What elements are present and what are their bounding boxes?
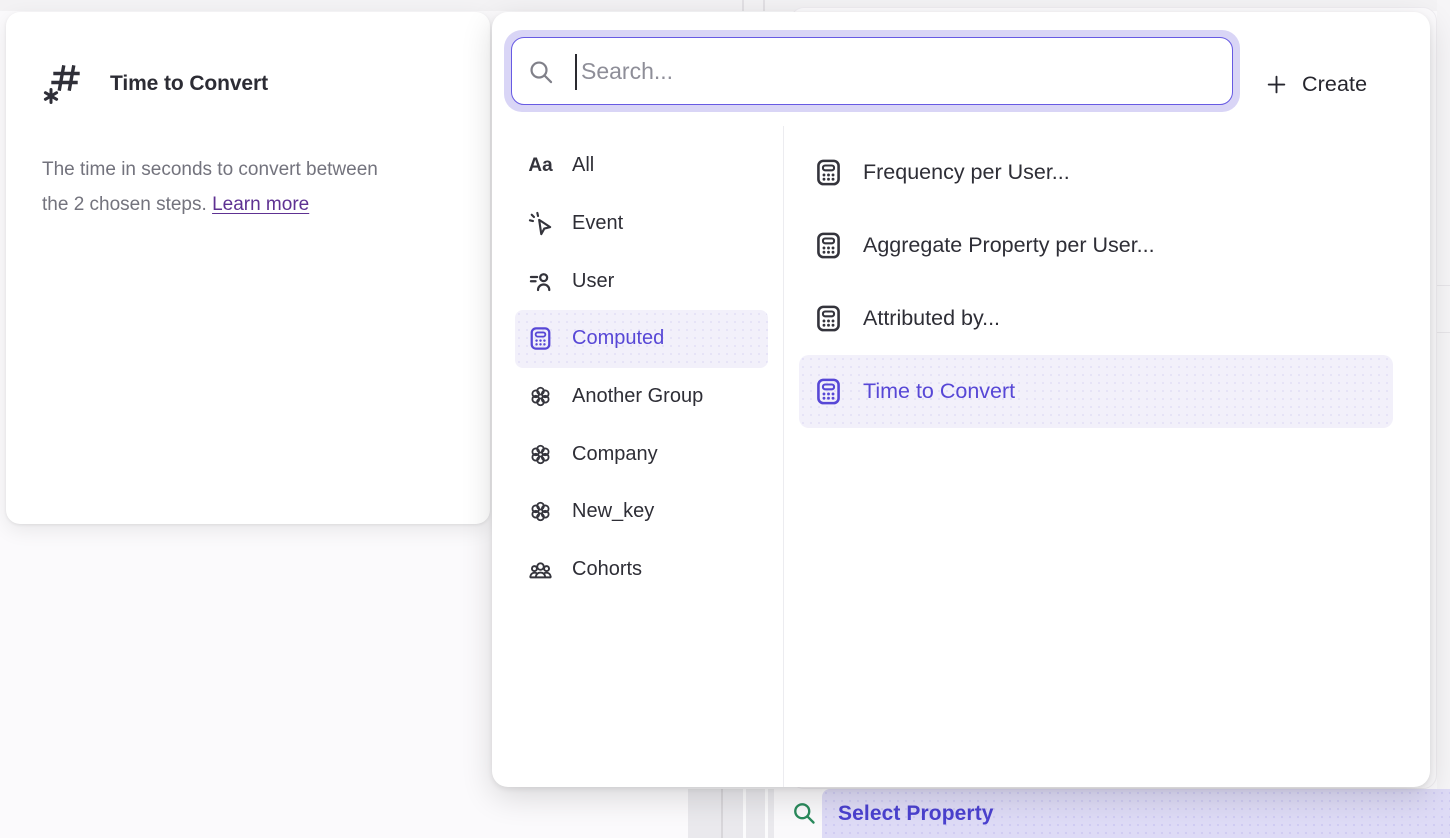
calculator-icon	[813, 157, 844, 188]
category-item-new-key[interactable]: New_key	[515, 483, 768, 541]
category-label: Company	[572, 443, 658, 466]
select-property-button[interactable]: Select Property	[822, 789, 1450, 838]
property-result-list: Frequency per User... Aggregate Property…	[799, 136, 1393, 428]
category-item-company[interactable]: Company	[515, 425, 768, 483]
learn-more-link[interactable]: Learn more	[212, 194, 309, 215]
calculator-icon	[813, 376, 844, 407]
search-input[interactable]	[512, 38, 1232, 104]
hash-star-icon	[42, 59, 86, 105]
tooltip-description: The time in seconds to convert between t…	[42, 152, 452, 222]
result-item-frequency-per-user[interactable]: Frequency per User...	[799, 136, 1393, 209]
tooltip-title: Time to Convert	[110, 72, 268, 96]
property-picker-dropdown: Create Aa All Event	[492, 12, 1430, 787]
group-icon	[527, 441, 554, 468]
group-icon	[527, 383, 554, 410]
result-label: Attributed by...	[863, 306, 1000, 331]
screen: Select Property Time to Convert The time…	[0, 0, 1450, 838]
create-button-label: Create	[1302, 72, 1367, 97]
category-item-another-group[interactable]: Another Group	[515, 368, 768, 426]
background-divider	[763, 0, 765, 11]
category-label: All	[572, 154, 594, 177]
search-icon	[791, 800, 818, 827]
search-focus-ring	[504, 30, 1240, 112]
background-table-cells	[688, 789, 774, 838]
background-divider	[742, 0, 744, 11]
category-label: User	[572, 270, 614, 293]
group-icon	[527, 498, 554, 525]
category-list: Aa All Event	[515, 137, 768, 599]
category-item-all[interactable]: Aa All	[515, 137, 768, 195]
tooltip-description-line2: the 2 chosen steps.	[42, 194, 207, 215]
result-label: Frequency per User...	[863, 160, 1070, 185]
column-divider	[783, 126, 784, 787]
cohorts-icon	[527, 556, 554, 583]
category-label: Cohorts	[572, 558, 642, 581]
result-item-attributed-by[interactable]: Attributed by...	[799, 282, 1393, 355]
calculator-icon	[813, 230, 844, 261]
plus-icon	[1264, 72, 1289, 97]
result-label: Time to Convert	[863, 379, 1015, 404]
category-label: New_key	[572, 500, 654, 523]
select-property-label: Select Property	[838, 802, 994, 826]
cursor-click-icon	[527, 210, 554, 237]
property-tooltip-card: Time to Convert The time in seconds to c…	[6, 12, 490, 524]
calculator-icon	[527, 325, 554, 352]
category-item-user[interactable]: User	[515, 252, 768, 310]
result-label: Aggregate Property per User...	[863, 233, 1155, 258]
category-label: Another Group	[572, 385, 703, 408]
category-item-cohorts[interactable]: Cohorts	[515, 541, 768, 599]
category-label: Computed	[572, 327, 664, 350]
background-right-strip	[1437, 0, 1450, 838]
category-label: Event	[572, 212, 623, 235]
calculator-icon	[813, 303, 844, 334]
create-button[interactable]: Create	[1258, 52, 1373, 116]
text-aa-icon: Aa	[527, 152, 554, 179]
tooltip-description-line1: The time in seconds to convert between	[42, 159, 378, 180]
search-field	[511, 37, 1233, 105]
result-item-time-to-convert[interactable]: Time to Convert	[799, 355, 1393, 428]
category-item-event[interactable]: Event	[515, 195, 768, 253]
result-item-aggregate-property-per-user[interactable]: Aggregate Property per User...	[799, 209, 1393, 282]
category-item-computed[interactable]: Computed	[515, 310, 768, 368]
user-list-icon	[527, 268, 554, 295]
